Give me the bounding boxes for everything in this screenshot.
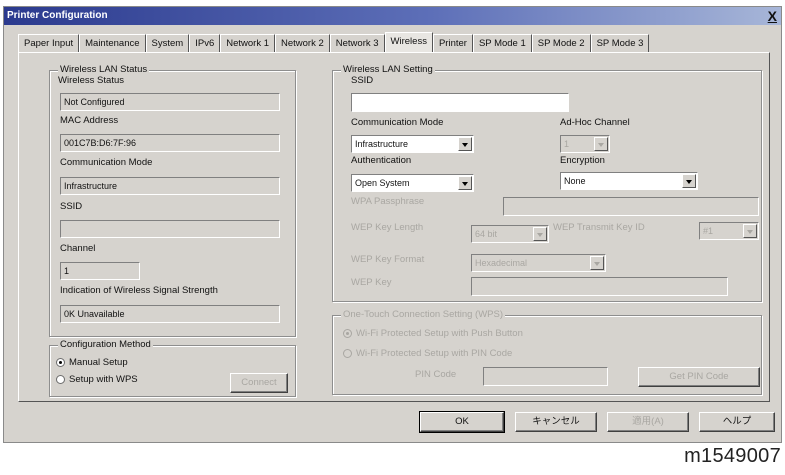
tab-sp-mode-2[interactable]: SP Mode 2: [531, 34, 591, 52]
chevron-down-icon: [533, 227, 547, 241]
pin-code-input[interactable]: [483, 367, 608, 386]
status-ssid-label: SSID: [60, 201, 83, 212]
tab-network-2[interactable]: Network 2: [275, 34, 330, 52]
wep-key-length-label: WEP Key Length: [351, 222, 424, 233]
comm-mode-selected: Infrastructure: [355, 139, 409, 149]
wep-transmit-key-id-label: WEP Transmit Key ID: [553, 222, 645, 233]
wep-key-format-selected: Hexadecimal: [475, 258, 528, 268]
authentication-label: Authentication: [351, 155, 412, 166]
tab-wireless[interactable]: Wireless: [384, 32, 433, 52]
get-pin-code-button[interactable]: Get PIN Code: [638, 367, 760, 387]
close-icon[interactable]: X: [768, 7, 777, 25]
chevron-down-icon: [682, 174, 696, 188]
wpa-passphrase-input[interactable]: [503, 197, 759, 216]
manual-setup-radio[interactable]: Manual Setup: [56, 357, 128, 368]
tab-system[interactable]: System: [145, 34, 190, 52]
manual-setup-label: Manual Setup: [69, 357, 128, 368]
pin-code-label: PIN Code: [415, 369, 457, 380]
figure-caption: m1549007: [684, 445, 781, 467]
setup-with-wps-radio-dot: [56, 375, 65, 384]
help-button[interactable]: ヘルプ: [699, 412, 775, 432]
tab-printer[interactable]: Printer: [432, 34, 473, 52]
wireless-status-value: Not Configured: [60, 93, 280, 111]
comm-mode-select[interactable]: Infrastructure: [351, 135, 474, 153]
chevron-down-icon: [594, 137, 608, 151]
encryption-label: Encryption: [560, 155, 605, 166]
cancel-button[interactable]: キャンセル: [515, 412, 597, 432]
channel-value: 1: [60, 262, 140, 280]
authentication-select[interactable]: Open System: [351, 174, 474, 192]
tab-paper-input[interactable]: Paper Input: [18, 34, 80, 52]
chevron-down-icon: [458, 176, 472, 190]
encryption-select[interactable]: None: [560, 172, 698, 190]
tab-network-1[interactable]: Network 1: [220, 34, 275, 52]
tab-sp-mode-3[interactable]: SP Mode 3: [590, 34, 650, 52]
wireless-lan-setting-title: Wireless LAN Setting: [341, 64, 435, 75]
wep-key-length-selected: 64 bit: [475, 229, 498, 239]
connect-button[interactable]: Connect: [230, 373, 288, 393]
wireless-status-label: Wireless Status: [58, 75, 124, 86]
tab-bar: Paper Input Maintenance System IPv6 Netw…: [18, 32, 650, 52]
wep-key-length-select[interactable]: 64 bit: [471, 225, 549, 243]
wep-key-input[interactable]: [471, 277, 728, 296]
configuration-method-group: Configuration Method Manual Setup Setup …: [49, 339, 296, 397]
configuration-method-title: Configuration Method: [58, 339, 153, 350]
wps-push-button-label: Wi-Fi Protected Setup with Push Button: [356, 328, 523, 339]
wep-key-format-select[interactable]: Hexadecimal: [471, 254, 606, 272]
ok-button[interactable]: OK: [419, 411, 505, 433]
printer-configuration-window: Printer Configuration X Paper Input Main…: [3, 6, 782, 443]
adhoc-channel-selected: 1: [564, 139, 570, 149]
wep-transmit-key-id-select[interactable]: #1: [699, 222, 759, 240]
channel-label: Channel: [60, 243, 96, 254]
signal-strength-label: Indication of Wireless Signal Strength: [60, 285, 218, 296]
apply-button[interactable]: 適用(A): [607, 412, 689, 432]
encryption-selected: None: [564, 176, 586, 186]
wep-key-label: WEP Key: [351, 277, 392, 288]
wps-push-button-radio[interactable]: Wi-Fi Protected Setup with Push Button: [343, 328, 523, 339]
mac-address-value: 001C7B:D6:7F:96: [60, 134, 280, 152]
wps-pin-code-radio-dot: [343, 349, 352, 358]
status-ssid-value: [60, 220, 280, 238]
wpa-passphrase-label: WPA Passphrase: [351, 196, 425, 207]
mac-address-label: MAC Address: [60, 115, 119, 126]
setup-with-wps-label: Setup with WPS: [69, 374, 138, 385]
ssid-input[interactable]: [351, 93, 569, 112]
chevron-down-icon: [743, 224, 757, 238]
wireless-tab-panel: Wireless LAN Status Wireless Status Not …: [18, 52, 770, 402]
adhoc-channel-label: Ad-Hoc Channel: [560, 117, 630, 128]
wps-pin-code-label: Wi-Fi Protected Setup with PIN Code: [356, 348, 513, 359]
wep-transmit-key-id-selected: #1: [703, 226, 714, 236]
status-comm-mode-label: Communication Mode: [60, 157, 153, 168]
wps-push-button-radio-dot: [343, 329, 352, 338]
tab-sp-mode-1[interactable]: SP Mode 1: [472, 34, 532, 52]
status-comm-mode-value: Infrastructure: [60, 177, 280, 195]
wireless-lan-status-title: Wireless LAN Status: [58, 64, 150, 75]
wps-pin-code-radio[interactable]: Wi-Fi Protected Setup with PIN Code: [343, 348, 512, 359]
window-title: Printer Configuration: [7, 10, 108, 21]
setup-with-wps-radio[interactable]: Setup with WPS: [56, 374, 138, 385]
manual-setup-radio-dot: [56, 358, 65, 367]
setting-ssid-label: SSID: [351, 75, 374, 86]
setting-comm-mode-label: Communication Mode: [351, 117, 444, 128]
wireless-lan-status-group: Wireless LAN Status Wireless Status Not …: [49, 64, 296, 337]
chevron-down-icon: [590, 256, 604, 270]
wireless-lan-setting-group: Wireless LAN Setting SSID Communication …: [332, 64, 762, 302]
tab-network-3[interactable]: Network 3: [329, 34, 385, 52]
one-touch-wps-title: One-Touch Connection Setting (WPS): [341, 309, 505, 320]
one-touch-wps-group: One-Touch Connection Setting (WPS) Wi-Fi…: [332, 309, 762, 395]
adhoc-channel-select[interactable]: 1: [560, 135, 610, 153]
signal-strength-value: 0K Unavailable: [60, 305, 280, 323]
tab-ipv6[interactable]: IPv6: [189, 34, 221, 52]
title-bar: Printer Configuration X: [4, 7, 781, 25]
wep-key-format-label: WEP Key Format: [351, 254, 425, 265]
authentication-selected: Open System: [355, 178, 410, 188]
tab-maintenance[interactable]: Maintenance: [79, 34, 146, 52]
chevron-down-icon: [458, 137, 472, 151]
